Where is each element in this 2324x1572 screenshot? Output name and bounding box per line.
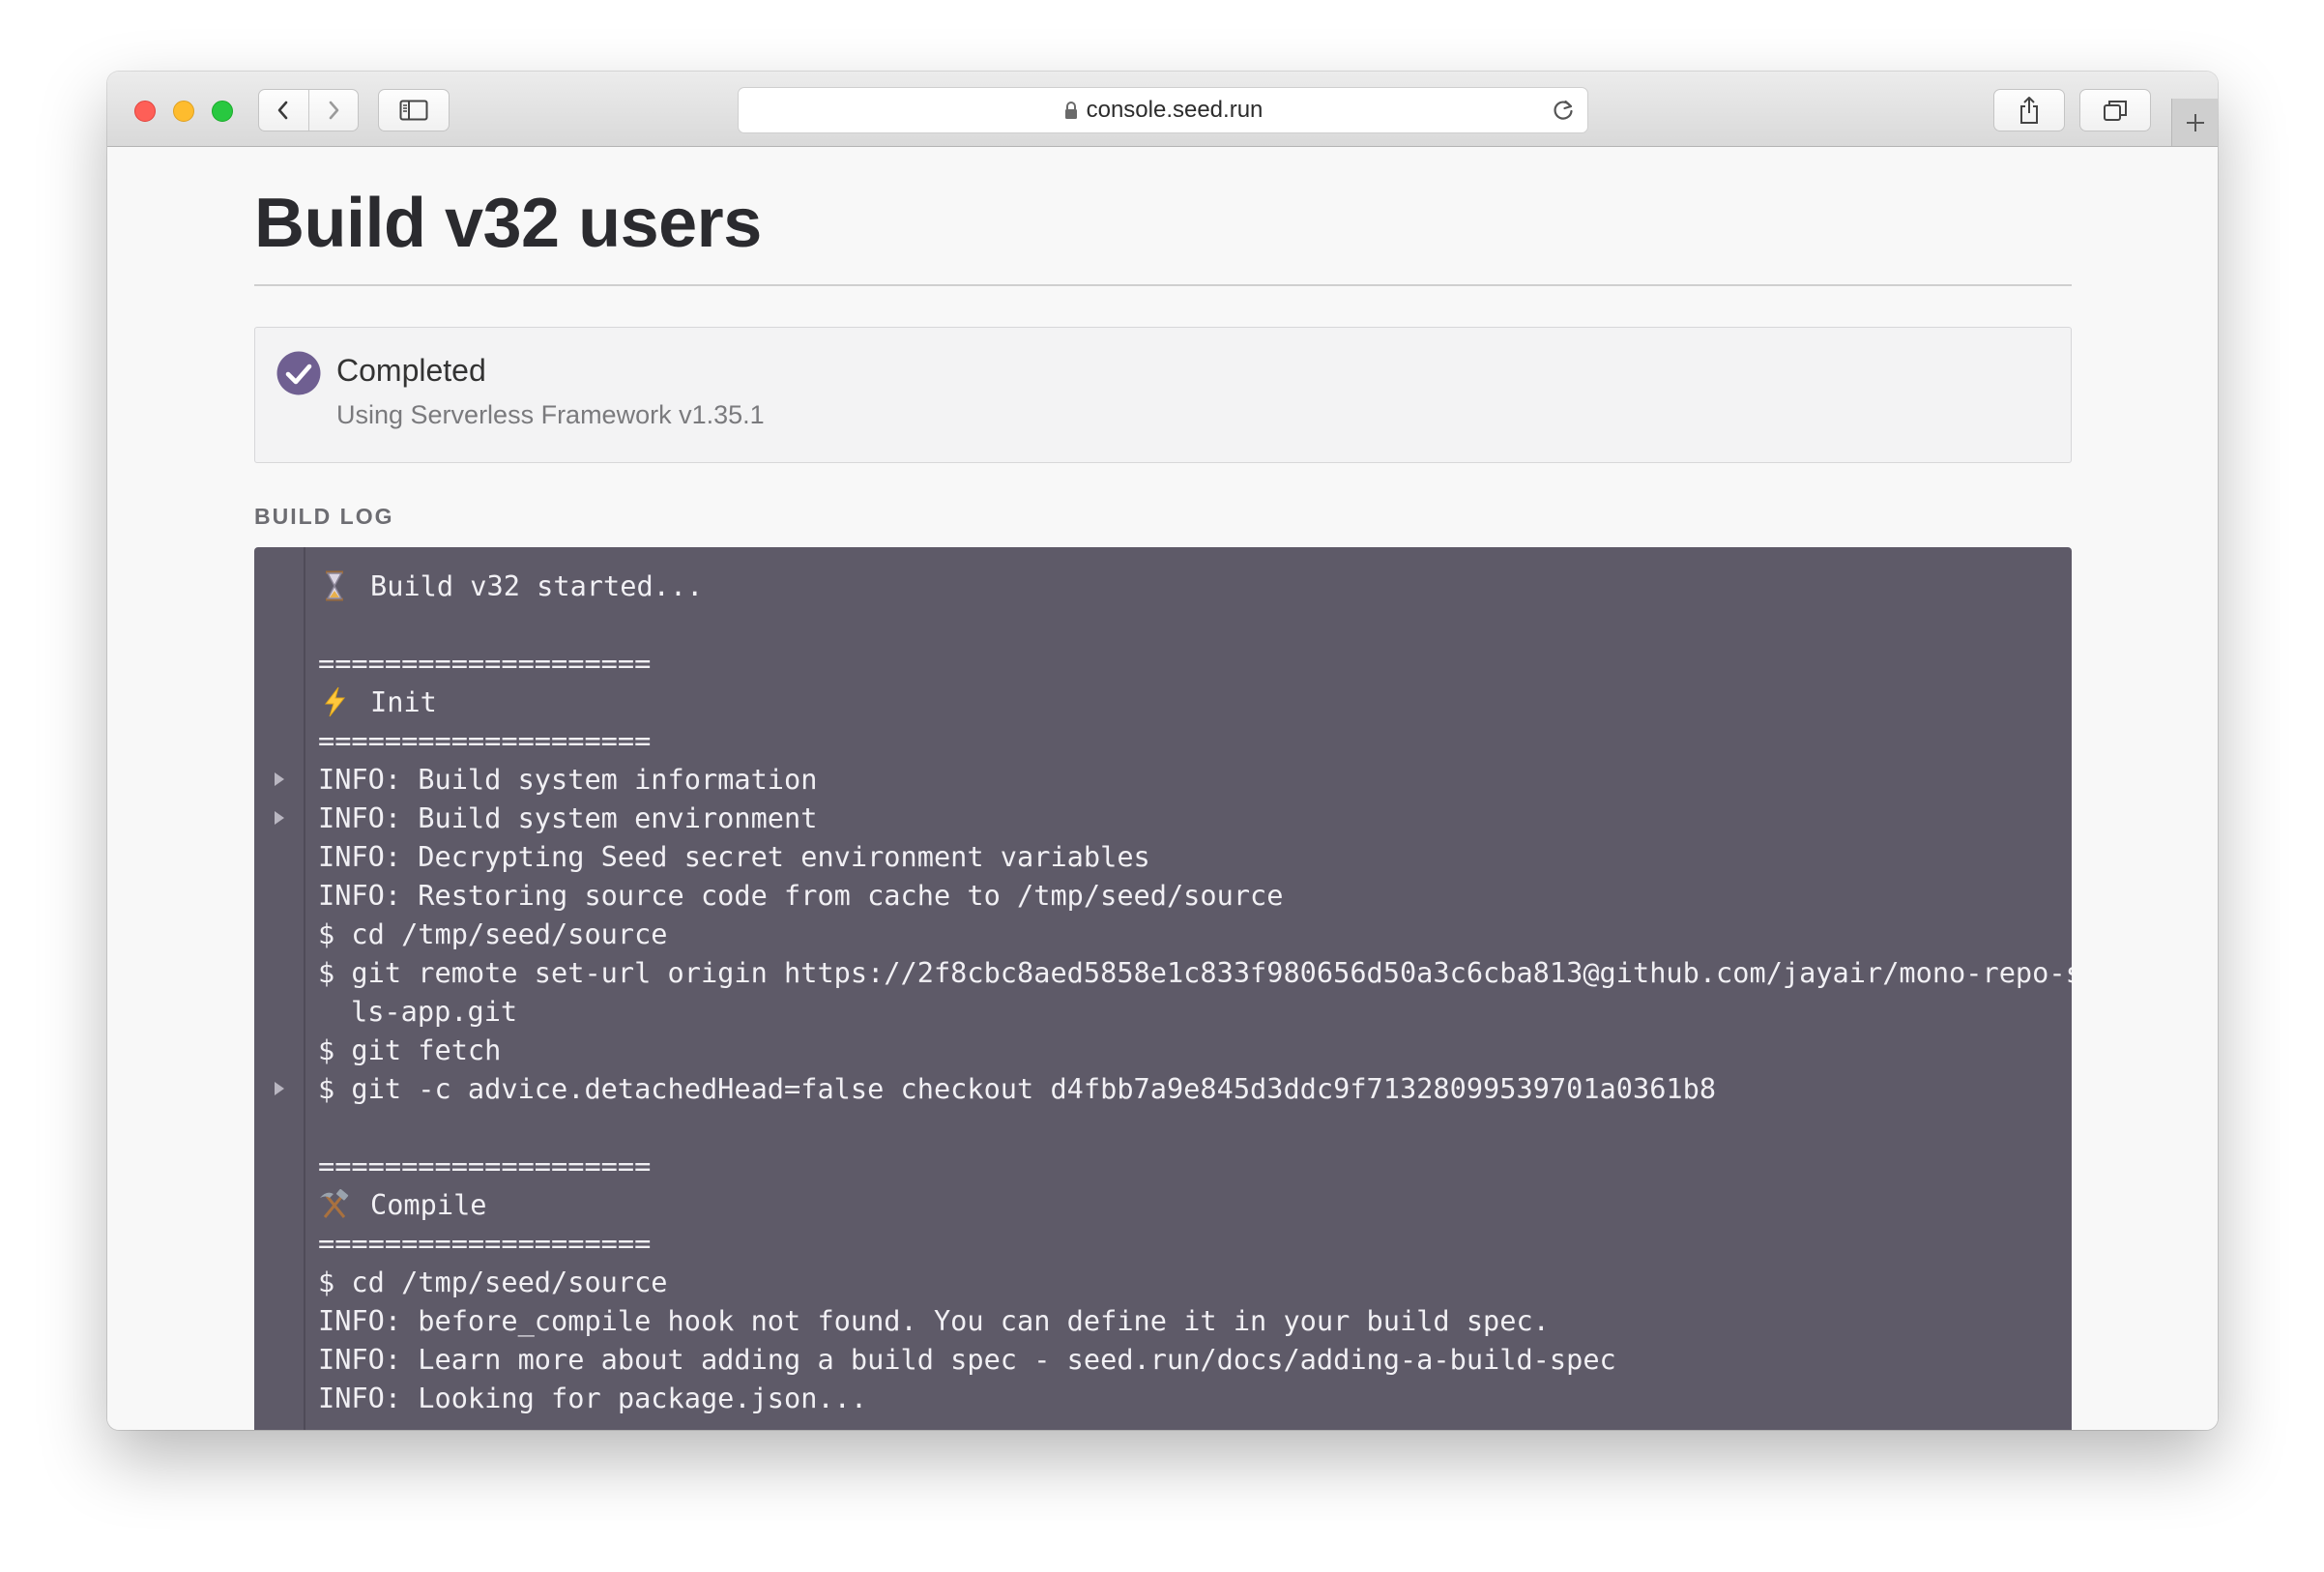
log-line[interactable]: INFO: Build system information [275, 760, 2052, 799]
log-line-text: $ cd /tmp/seed/source [318, 917, 668, 950]
build-log-label: BUILD LOG [254, 504, 394, 529]
log-line-text: INFO: Build system environment [318, 801, 818, 834]
log-line-text: Compile [370, 1188, 487, 1221]
show-tabs-button[interactable] [2079, 89, 2151, 131]
chevron-right-icon [329, 101, 339, 120]
log-line-text: INFO: before_compile hook not found. You… [318, 1304, 1550, 1337]
url-text: console.seed.run [1086, 97, 1264, 123]
close-window-button[interactable] [134, 101, 156, 122]
log-line: Init [318, 683, 2052, 721]
check-circle-icon [276, 351, 321, 395]
plus-icon [2187, 113, 2204, 131]
new-tab-button[interactable] [2171, 99, 2218, 146]
log-line: $ git remote set-url origin https://2f8c… [318, 953, 2072, 1031]
back-button[interactable] [259, 90, 308, 131]
log-line[interactable]: $ git -c advice.detachedHead=false check… [275, 1069, 2052, 1108]
log-line-text: Build v32 started... [370, 569, 704, 602]
expand-arrow-icon[interactable] [275, 772, 284, 786]
expand-arrow-icon[interactable] [275, 1082, 284, 1095]
log-line-text: $ cd /tmp/seed/source [318, 1266, 668, 1298]
log-line: INFO: Decrypting Seed secret environment… [318, 837, 2052, 876]
share-button[interactable] [1993, 89, 2065, 131]
page-title: Build v32 users [254, 185, 762, 262]
sidebar-icon [399, 100, 428, 121]
status-title: Completed [336, 353, 486, 388]
log-line-continuation: ls-app.git [351, 995, 518, 1028]
log-line-text: $ git -c advice.detachedHead=false check… [318, 1072, 1717, 1105]
browser-toolbar: console.seed.run [107, 72, 2218, 147]
log-line: $ cd /tmp/seed/source [318, 915, 2052, 953]
url-display[interactable]: console.seed.run [739, 88, 1587, 132]
log-line-text: $ git fetch [318, 1033, 502, 1066]
log-line-text: INFO: Build system information [318, 763, 818, 796]
log-line: INFO: Restoring source code from cache t… [318, 876, 2052, 915]
log-line: ==================== [318, 721, 2052, 760]
log-line-text: INFO: Restoring source code from cache t… [318, 879, 1284, 912]
navigation-buttons [258, 89, 359, 131]
log-line-text: INFO: Learn more about adding a build sp… [318, 1343, 1616, 1376]
log-line-text: ==================== [318, 1227, 652, 1260]
log-line: Compile [318, 1185, 2052, 1224]
log-line-text: ==================== [318, 1150, 652, 1182]
tabs-icon [2104, 101, 2127, 121]
page-content: Build v32 users Completed Using Serverle… [107, 147, 2218, 1430]
status-subtitle: Using Serverless Framework v1.35.1 [336, 400, 765, 429]
lock-icon [1064, 102, 1077, 119]
log-gutter [254, 547, 305, 1430]
log-line: ==================== [318, 1224, 2052, 1263]
chevron-left-icon [277, 101, 288, 120]
lightning-icon [318, 686, 351, 717]
log-line: ==================== [318, 644, 2052, 683]
log-line[interactable]: INFO: Build system environment [275, 799, 2052, 837]
zoom-window-button[interactable] [212, 101, 233, 122]
log-lines: Build v32 started... ====================… [275, 567, 2072, 1417]
sidebar-toggle-button[interactable] [378, 89, 450, 131]
log-line-text: ==================== [318, 647, 652, 680]
log-line: INFO: Looking for package.json... [318, 1379, 2052, 1417]
build-status-card: Completed Using Serverless Framework v1.… [254, 327, 2072, 463]
reload-icon[interactable] [1551, 98, 1576, 123]
log-line: Build v32 started... [318, 567, 2052, 605]
title-divider [254, 284, 2072, 286]
hourglass-icon [318, 570, 351, 601]
log-line: INFO: before_compile hook not found. You… [318, 1301, 2052, 1340]
address-bar[interactable]: console.seed.run [738, 87, 1588, 133]
log-line: ==================== [318, 1147, 2052, 1185]
share-icon [2020, 97, 2038, 124]
log-line-text: $ git remote set-url origin https://2f8c… [318, 956, 2072, 989]
log-line-text: Init [370, 685, 437, 718]
log-line: INFO: Learn more about adding a build sp… [318, 1340, 2052, 1379]
hammer-pick-icon [318, 1188, 351, 1220]
log-line-text: INFO: Looking for package.json... [318, 1382, 868, 1414]
log-line-text: INFO: Decrypting Seed secret environment… [318, 840, 1150, 873]
log-line: $ git fetch [318, 1031, 2052, 1069]
minimize-window-button[interactable] [173, 101, 194, 122]
forward-button[interactable] [307, 90, 359, 131]
expand-arrow-icon[interactable] [275, 811, 284, 825]
build-log-panel: Build v32 started... ====================… [254, 547, 2072, 1430]
log-line: $ cd /tmp/seed/source [318, 1263, 2052, 1301]
log-line-text: ==================== [318, 724, 652, 757]
browser-window: console.seed.run Build v32 users Complet… [107, 72, 2218, 1430]
